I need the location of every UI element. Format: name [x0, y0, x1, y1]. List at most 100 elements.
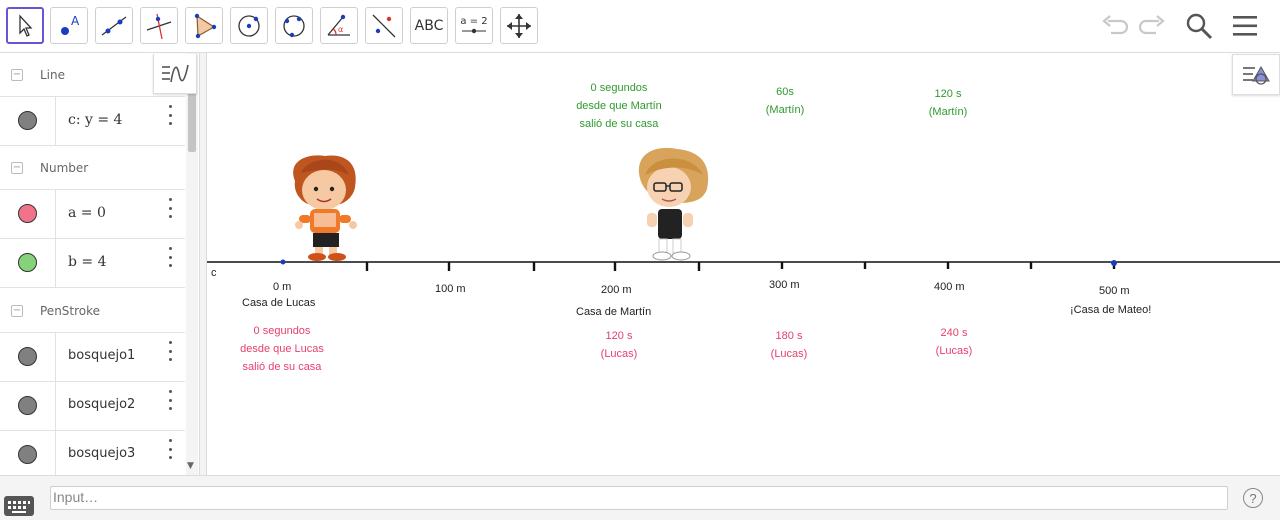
move-graphics-icon — [507, 13, 531, 38]
slider-icon-label: a = 2 — [460, 16, 488, 27]
lucas-character-image[interactable] — [293, 155, 357, 261]
group-header-penstroke[interactable]: − PenStroke — [0, 289, 185, 333]
group-header-number[interactable]: − Number — [0, 146, 185, 190]
point-origin[interactable] — [280, 259, 286, 265]
polygon-icon — [194, 13, 217, 38]
slider-tool-button[interactable]: a = 2 — [455, 7, 493, 44]
graphics-style-bar-button[interactable] — [1232, 54, 1280, 95]
more-options-icon[interactable] — [165, 439, 175, 459]
redo-icon — [1138, 15, 1165, 35]
algebra-item-bosquejo1[interactable]: bosquejo1 — [0, 333, 185, 382]
point-tool-button[interactable]: A — [50, 7, 88, 44]
algebra-item-bosquejo3[interactable]: bosquejo3 — [0, 431, 185, 475]
distance-label-0: 0 m — [273, 281, 292, 293]
svg-text:α: α — [338, 25, 343, 34]
group-label: PenStroke — [40, 303, 101, 318]
algebra-expression[interactable]: c: y = 4 — [68, 112, 122, 128]
hamburger-menu-icon — [1233, 16, 1257, 36]
algebra-item-a[interactable]: a = 0 — [0, 190, 185, 239]
algebra-input-field[interactable]: Input… — [50, 486, 1228, 510]
martin-time-0: 0 segundos desde que Martín salió de su … — [576, 82, 662, 130]
martin-time-120: 120 s (Martín) — [928, 88, 968, 118]
undo-icon — [1102, 15, 1129, 35]
visibility-toggle-icon[interactable] — [18, 253, 37, 272]
algebra-style-bar-button[interactable] — [153, 54, 197, 94]
lucas-time-0: 0 segundos desde que Lucas salió de su c… — [240, 325, 324, 373]
more-options-icon[interactable] — [165, 105, 175, 125]
move-icon — [19, 13, 33, 37]
graphics-style-icon — [1243, 65, 1270, 85]
collapse-icon[interactable]: − — [11, 304, 23, 317]
algebra-expression[interactable]: a = 0 — [68, 205, 106, 221]
place-label-martin: Casa de Martín — [576, 306, 652, 318]
martin-time-60: 60s (Martín) — [765, 86, 805, 116]
main-menu-button[interactable] — [1228, 10, 1262, 42]
algebra-item-b[interactable]: b = 4 — [0, 239, 185, 288]
algebra-expression[interactable]: bosquejo2 — [68, 397, 135, 412]
angle-tool-button[interactable]: α — [320, 7, 358, 44]
lucas-time-120: 120 s (Lucas) — [600, 330, 638, 360]
algebra-scrollbar-thumb[interactable] — [188, 90, 196, 152]
undo-button[interactable] — [1097, 10, 1131, 42]
circle-three-points-tool-button[interactable] — [275, 7, 313, 44]
group-label: Line — [40, 67, 66, 82]
algebra-expression[interactable]: bosquejo1 — [68, 348, 135, 363]
algebra-view: − Line c: y = 4 − Number a = 0 b = 4 − P… — [0, 53, 199, 475]
perpendicular-tool-button[interactable] — [140, 7, 178, 44]
move-graphics-tool-button[interactable] — [500, 7, 538, 44]
algebra-item-bosquejo2[interactable]: bosquejo2 — [0, 382, 185, 431]
toolbar: A α ABC a = 2 — [0, 0, 1280, 53]
distance-label-100: 100 m — [435, 283, 466, 295]
line-icon — [101, 15, 127, 36]
point-mateo[interactable] — [1111, 260, 1117, 266]
keyboard-icon[interactable] — [4, 496, 34, 516]
circle-center-point-icon — [238, 14, 260, 37]
redo-button[interactable] — [1136, 10, 1170, 42]
visibility-toggle-icon[interactable] — [18, 396, 37, 415]
scroll-down-icon[interactable]: ▼ — [187, 461, 194, 471]
group-label: Number — [40, 160, 89, 175]
reflect-icon — [372, 14, 396, 37]
place-label-mateo: ¡Casa de Mateo! — [1070, 304, 1152, 316]
svg-text:A: A — [71, 14, 80, 28]
more-options-icon[interactable] — [165, 390, 175, 410]
move-tool-button[interactable] — [6, 7, 44, 44]
graphics-view[interactable]: c 0 m 100 m 200 m 300 m 400 m 500 m Casa… — [207, 53, 1280, 475]
more-options-icon[interactable] — [165, 341, 175, 361]
distance-label-400: 400 m — [934, 281, 965, 293]
place-label-lucas: Casa de Lucas — [242, 297, 316, 309]
lucas-time-180: 180 s (Lucas) — [770, 330, 808, 360]
more-options-icon[interactable] — [165, 198, 175, 218]
text-icon: ABC — [414, 17, 444, 34]
perpendicular-line-icon — [146, 13, 172, 39]
more-options-icon[interactable] — [165, 247, 175, 267]
tick-marks — [365, 262, 1116, 271]
lucas-time-240: 240 s (Lucas) — [935, 327, 973, 357]
line-tool-button[interactable] — [95, 7, 133, 44]
martin-character-image[interactable] — [638, 147, 709, 261]
help-icon[interactable]: ? — [1243, 488, 1263, 508]
distance-label-500: 500 m — [1099, 285, 1130, 297]
algebra-expression[interactable]: b = 4 — [68, 254, 107, 270]
visibility-toggle-icon[interactable] — [18, 204, 37, 223]
distance-label-200: 200 m — [601, 284, 632, 296]
text-tool-button[interactable]: ABC — [410, 7, 448, 44]
visibility-toggle-icon[interactable] — [18, 347, 37, 366]
search-button[interactable] — [1182, 10, 1216, 42]
algebra-expression[interactable]: bosquejo3 — [68, 446, 135, 461]
input-bar: Input… ? — [0, 475, 1280, 520]
circle-center-tool-button[interactable] — [230, 7, 268, 44]
algebra-item-c[interactable]: c: y = 4 — [0, 97, 185, 146]
visibility-toggle-icon[interactable] — [18, 445, 37, 464]
collapse-icon[interactable]: − — [11, 161, 23, 174]
circle-three-points-icon — [283, 14, 305, 37]
reflect-tool-button[interactable] — [365, 7, 403, 44]
collapse-icon[interactable]: − — [11, 68, 23, 81]
point-icon: A — [61, 14, 80, 35]
slider-icon: a = 2 — [459, 16, 489, 35]
line-label-c: c — [211, 267, 217, 279]
polygon-tool-button[interactable] — [185, 7, 223, 44]
visibility-toggle-icon[interactable] — [18, 111, 37, 130]
view-divider[interactable] — [199, 53, 207, 475]
angle-icon: α — [327, 14, 350, 36]
